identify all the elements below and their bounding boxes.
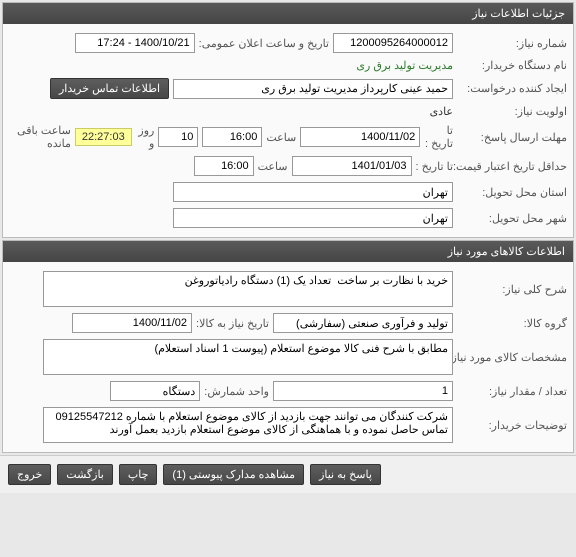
item-group-field[interactable] [273,313,453,333]
need-details-header: جزئیات اطلاعات نیاز [3,3,573,24]
validity-label: حداقل تاریخ اعتبار قیمت: [457,160,567,173]
item-spec-field[interactable] [43,339,453,375]
need-items-panel: اطلاعات کالاهای مورد نیاز شرح کلی نیاز: … [2,240,574,453]
city-field[interactable] [173,208,453,228]
deadline-to-date-label: تا تاریخ : [424,124,453,150]
unit-label: واحد شمارش: [204,385,269,398]
need-items-header: اطلاعات کالاهای مورد نیاز [3,241,573,262]
respond-button[interactable]: پاسخ به نیاز [310,464,381,485]
announce-datetime-field[interactable] [75,33,195,53]
requester-label: ایجاد کننده درخواست: [457,82,567,95]
need-desc-field[interactable] [43,271,453,307]
days-remaining-field[interactable] [158,127,198,147]
need-details-panel: جزئیات اطلاعات نیاز شماره نیاز: تاریخ و … [2,2,574,238]
countdown-box: 22:27:03 [75,128,132,146]
need-details-body: شماره نیاز: تاریخ و ساعت اعلان عمومی: نا… [3,24,573,237]
exit-button[interactable]: خروج [8,464,51,485]
deadline-time-field[interactable] [202,127,262,147]
province-label: استان محل تحویل: [457,186,567,199]
validity-to-date-label: تا تاریخ : [416,160,453,173]
validity-time-field[interactable] [194,156,254,176]
item-spec-label: مشخصات کالای مورد نیاز: [457,351,567,364]
validity-time-label: ساعت [258,160,288,173]
buyer-notes-label: توضیحات خریدار: [457,419,567,432]
qty-label: تعداد / مقدار نیاز: [457,385,567,398]
deadline-date-field[interactable] [300,127,420,147]
print-button[interactable]: چاپ [119,464,158,485]
days-and-label: روز و [136,124,155,150]
need-items-body: شرح کلی نیاز: گروه کالا: تاریخ نیاز به ک… [3,262,573,452]
need-date-field[interactable] [72,313,192,333]
announce-datetime-label: تاریخ و ساعت اعلان عمومی: [199,37,329,50]
deadline-label: مهلت ارسال پاسخ: [457,131,567,144]
need-number-field[interactable] [333,33,453,53]
back-button[interactable]: بازگشت [57,464,113,485]
province-field[interactable] [173,182,453,202]
validity-date-field[interactable] [292,156,412,176]
unit-field[interactable] [110,381,200,401]
time-remaining-label: ساعت باقی مانده [9,124,71,150]
contact-info-button[interactable]: اطلاعات تماس خریدار [50,78,169,99]
buyer-org-label: نام دستگاه خریدار: [457,59,567,72]
priority-value: عادی [430,105,453,118]
need-number-label: شماره نیاز: [457,37,567,50]
need-desc-label: شرح کلی نیاز: [457,283,567,296]
buyer-org-value: مدیریت تولید برق ری [356,59,453,72]
attachments-button[interactable]: مشاهده مدارک پیوستی (1) [163,464,304,485]
priority-label: اولویت نیاز: [457,105,567,118]
requester-field[interactable] [173,79,453,99]
action-bar: پاسخ به نیاز مشاهده مدارک پیوستی (1) چاپ… [0,455,576,493]
deadline-time-label: ساعت [266,131,296,144]
need-date-label: تاریخ نیاز به کالا: [196,317,269,330]
city-label: شهر محل تحویل: [457,212,567,225]
buyer-notes-field[interactable] [43,407,453,443]
qty-field[interactable] [273,381,453,401]
item-group-label: گروه کالا: [457,317,567,330]
